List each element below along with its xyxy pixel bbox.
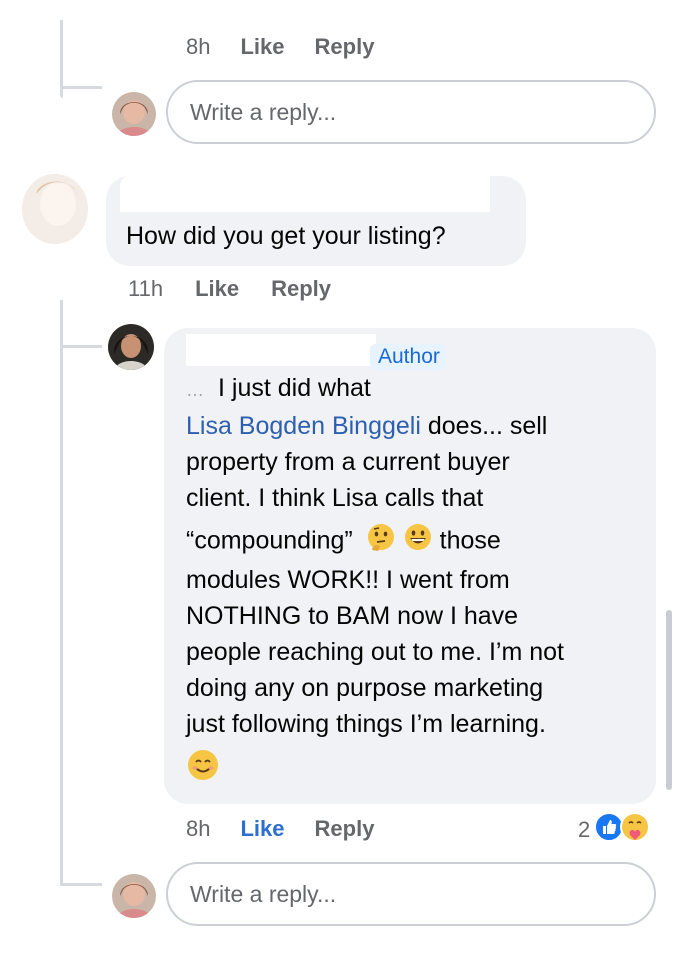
reply-line-4: client. I think Lisa calls that [186, 484, 484, 512]
reply-link[interactable]: Reply [271, 276, 331, 302]
reply-line-1: … I just did what [186, 370, 646, 408]
redacted-author-name [186, 334, 376, 366]
thread-line-main [60, 300, 63, 885]
reply-input[interactable]: Write a reply... [166, 80, 656, 144]
reply-line-8: people reaching out to me. I’m not [186, 638, 565, 666]
reply-time: 8h [186, 816, 211, 841]
thread-line-bottom-curve [60, 883, 102, 886]
comment-meta: 11h Like Reply [128, 276, 331, 302]
reply-input[interactable]: Write a reply... [166, 862, 656, 926]
reply-link[interactable]: Reply [315, 816, 375, 842]
reply-input-placeholder: Write a reply... [190, 98, 337, 125]
reply-line-7: NOTHING to BAM now I have [186, 602, 519, 630]
author-badge: Author [370, 344, 446, 370]
author-avatar[interactable] [108, 324, 154, 370]
reaction-summary[interactable]: 2 [578, 812, 651, 847]
reply-input-placeholder: Write a reply... [190, 880, 337, 907]
like-link[interactable]: Like [240, 34, 284, 60]
reaction-count: 2 [578, 816, 591, 842]
tagged-user-link[interactable]: Lisa Bogden Binggeli [186, 412, 421, 440]
redacted-name [120, 176, 490, 212]
grinning-face-icon [403, 522, 433, 562]
user-avatar[interactable] [112, 874, 156, 918]
reply-line-2: Lisa Bogden Binggeli does... sell [186, 408, 646, 444]
top-comment-meta: 8h Like Reply [186, 34, 374, 60]
like-link[interactable]: Like [195, 276, 239, 302]
reply-line-5-text: “compounding” [186, 526, 353, 555]
reply-line-5-after: those [439, 526, 501, 555]
reply-line-1-text: I just did what [218, 374, 371, 402]
care-reaction-icon [620, 812, 651, 847]
thread-line-reply-curve [60, 345, 102, 348]
reply-line-2-text: does... sell [420, 412, 548, 440]
comment-bubble: How did you get your listing? [106, 176, 526, 266]
comment-time: 8h [186, 34, 211, 59]
reply-text: … I just did what Lisa Bogden Binggeli do… [186, 370, 646, 792]
reply-link[interactable]: Reply [315, 34, 375, 60]
thinking-face-icon [366, 522, 396, 562]
reply-meta: 8h Like Reply [186, 816, 374, 842]
thread-line-top-curve [60, 86, 102, 89]
comment-text: How did you get your listing? [126, 222, 446, 250]
smiling-face-icon [186, 748, 220, 792]
previous-bubble-edge [60, 0, 560, 20]
reply-line-6: modules WORK!! I went from [186, 566, 510, 594]
reply-line-11 [186, 748, 646, 792]
reply-line-5: “compounding” those [186, 522, 646, 562]
reply-line-3: property from a current buyer [186, 448, 510, 476]
commenter-avatar[interactable] [22, 174, 88, 244]
reply-bubble: Author … I just did what Lisa Bogden Bing… [164, 328, 656, 804]
author-name-fragment: … [186, 380, 206, 400]
reply-line-10: just following things I’m learning. [186, 710, 546, 738]
comment-time: 11h [128, 276, 164, 301]
like-link-active[interactable]: Like [240, 816, 284, 842]
scrollbar-thumb[interactable] [666, 610, 672, 790]
user-avatar[interactable] [112, 92, 156, 136]
reply-line-9: doing any on purpose marketing [186, 674, 544, 702]
